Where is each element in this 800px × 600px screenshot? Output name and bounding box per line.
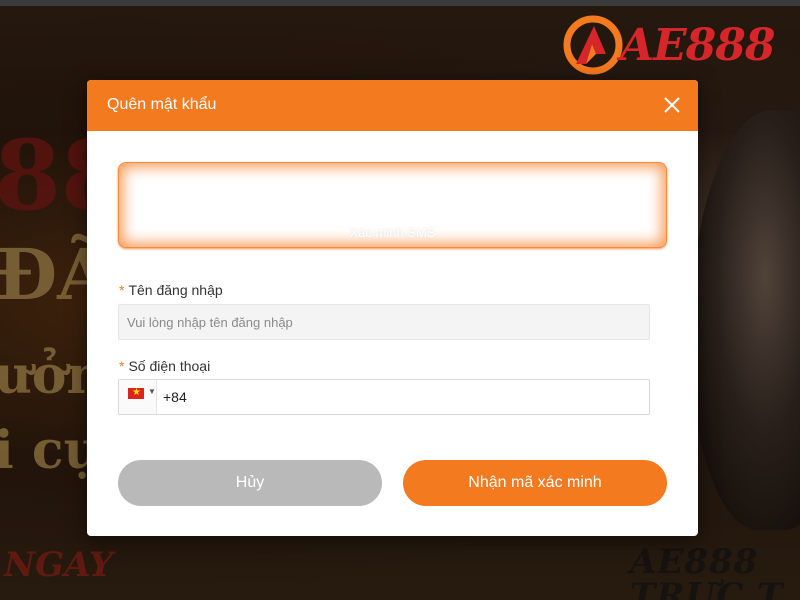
chevron-down-icon: ▼ — [148, 387, 156, 396]
username-input[interactable] — [118, 304, 650, 340]
forgot-password-dialog: Quên mật khẩu Xác minh SMS * Tên đăng nhậ… — [87, 80, 698, 536]
get-verification-code-button[interactable]: Nhận mã xác minh — [403, 460, 667, 506]
phone-label-text: Số điện thoại — [128, 358, 211, 374]
close-icon[interactable] — [660, 93, 684, 117]
phone-input[interactable] — [163, 380, 643, 414]
dialog-title: Quên mật khẩu — [107, 96, 217, 113]
phone-label: * Số điện thoại — [119, 358, 210, 374]
required-mark: * — [119, 358, 125, 374]
logo-mark-icon — [563, 15, 623, 75]
sms-verification-option[interactable]: Xác minh SMS — [118, 162, 667, 248]
vietnam-flag-icon: ★ — [128, 387, 144, 399]
username-label-text: Tên đăng nhập — [128, 282, 223, 298]
logo-text: AE888 — [620, 20, 776, 71]
username-label: * Tên đăng nhập — [119, 282, 223, 298]
required-mark: * — [119, 282, 125, 298]
phone-field: ★ ▼ — [118, 379, 650, 415]
cancel-button[interactable]: Hủy — [118, 460, 382, 506]
brand-logo: AE888 — [562, 14, 792, 78]
country-code-select[interactable]: ★ ▼ — [119, 380, 157, 414]
dialog-header: Quên mật khẩu — [87, 80, 698, 131]
method-label: Xác minh SMS — [349, 225, 436, 240]
